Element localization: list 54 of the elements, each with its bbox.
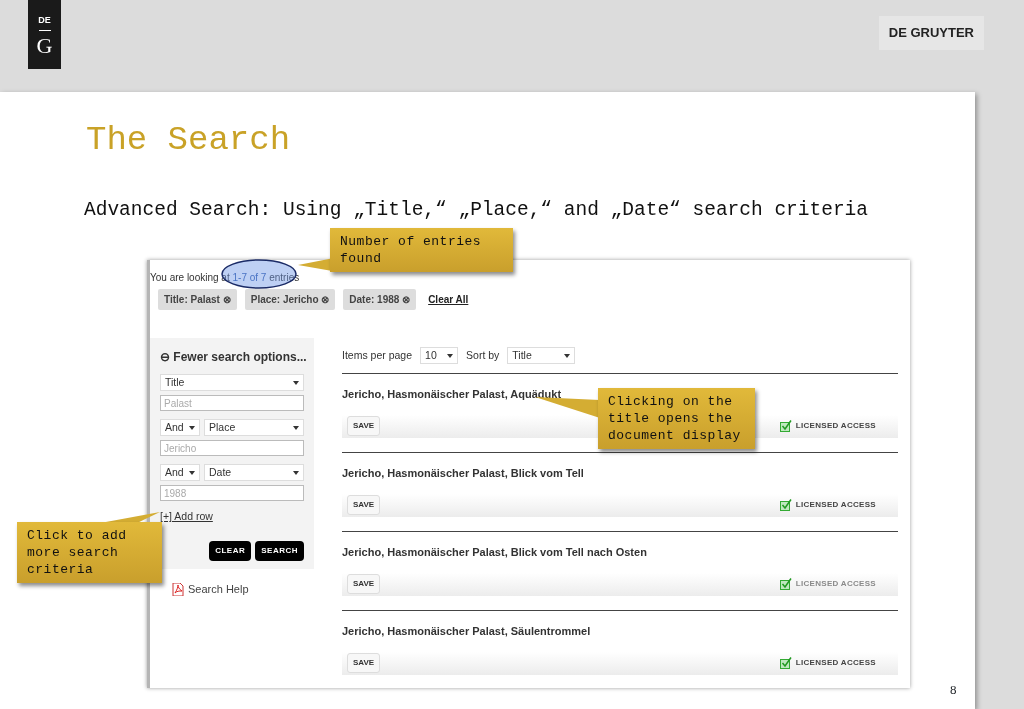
caret-icon xyxy=(293,470,299,475)
save-button[interactable]: SAVE xyxy=(347,574,381,594)
caret-icon xyxy=(564,353,571,358)
operator-select[interactable]: And xyxy=(160,464,200,481)
checkbox-icon xyxy=(779,657,792,669)
logo-letter: G xyxy=(36,35,53,57)
filter-chip[interactable]: Date: 1988 ⊗ xyxy=(343,289,417,310)
caret-icon xyxy=(293,425,299,430)
brand-label: DE GRUYTER xyxy=(878,16,984,50)
search-input[interactable]: Jericho xyxy=(160,440,304,456)
sort-by-label: Sort by xyxy=(466,347,500,363)
sort-select[interactable]: Title xyxy=(507,347,576,364)
items-per-page-select[interactable]: 10 xyxy=(420,347,459,364)
search-input[interactable]: 1988 xyxy=(160,485,304,501)
checkbox-icon xyxy=(779,499,792,511)
save-button[interactable]: SAVE xyxy=(347,495,381,515)
caret-icon xyxy=(293,380,299,385)
callout-note: Number of entries found xyxy=(330,228,513,272)
caret-icon xyxy=(189,425,195,430)
search-help-link[interactable]: Search Help xyxy=(188,580,249,598)
search-button[interactable]: SEARCH xyxy=(255,540,304,561)
checkbox-icon xyxy=(779,420,792,432)
field-select[interactable]: Title xyxy=(160,374,304,391)
slide-title: The Search xyxy=(85,120,292,160)
operator-select[interactable]: And xyxy=(160,419,200,436)
caret-icon xyxy=(189,470,195,475)
search-input[interactable]: Palast xyxy=(160,395,304,411)
page-number: 8 xyxy=(950,681,957,699)
save-button[interactable]: SAVE xyxy=(347,653,381,673)
items-per-page-label: Items per page xyxy=(342,347,413,363)
access-label: LICENSED ACCESS xyxy=(795,657,876,669)
access-label: LICENSED ACCESS xyxy=(795,420,876,432)
access-label: LICENSED ACCESS xyxy=(795,578,876,590)
access-label: LICENSED ACCESS xyxy=(795,499,876,511)
add-row-link[interactable]: [+] Add row xyxy=(160,509,213,525)
result-title[interactable]: Jericho, Hasmonäischer Palast, Blick vom Tell xyxy=(342,465,584,482)
checkbox-icon xyxy=(779,578,792,590)
result-title[interactable]: Jericho, Hasmonäischer Palast, Säulentrommel xyxy=(342,623,591,640)
logo-text: DE xyxy=(38,16,51,25)
clear-button[interactable]: CLEAR xyxy=(209,540,252,561)
result-title[interactable]: Jericho, Hasmonäischer Palast, Blick vom Tell nach Osten xyxy=(342,544,647,561)
filter-chip[interactable]: Title: Palast ⊗ xyxy=(158,289,237,310)
result-title[interactable]: Jericho, Hasmonäischer Palast, Aquädukt xyxy=(342,386,562,403)
toggle-link[interactable]: ⊖ Fewer search options... xyxy=(160,348,304,366)
callout-note: Click to add more search criteria xyxy=(17,522,162,583)
caret-icon xyxy=(447,353,454,358)
pdf-icon xyxy=(172,582,184,596)
slide-subtitle: Advanced Search: Using „Title,“ „Place,“ and „Date“ search criteria xyxy=(83,198,870,222)
filter-chip[interactable]: Place: Jericho ⊗ xyxy=(244,289,336,310)
field-select[interactable]: Date xyxy=(204,464,304,481)
save-button[interactable]: SAVE xyxy=(347,416,381,436)
clear-all-link[interactable]: Clear All xyxy=(428,292,469,307)
field-select[interactable]: Place xyxy=(204,419,304,436)
callout-note: Clicking on the title opens the document display xyxy=(598,388,755,449)
